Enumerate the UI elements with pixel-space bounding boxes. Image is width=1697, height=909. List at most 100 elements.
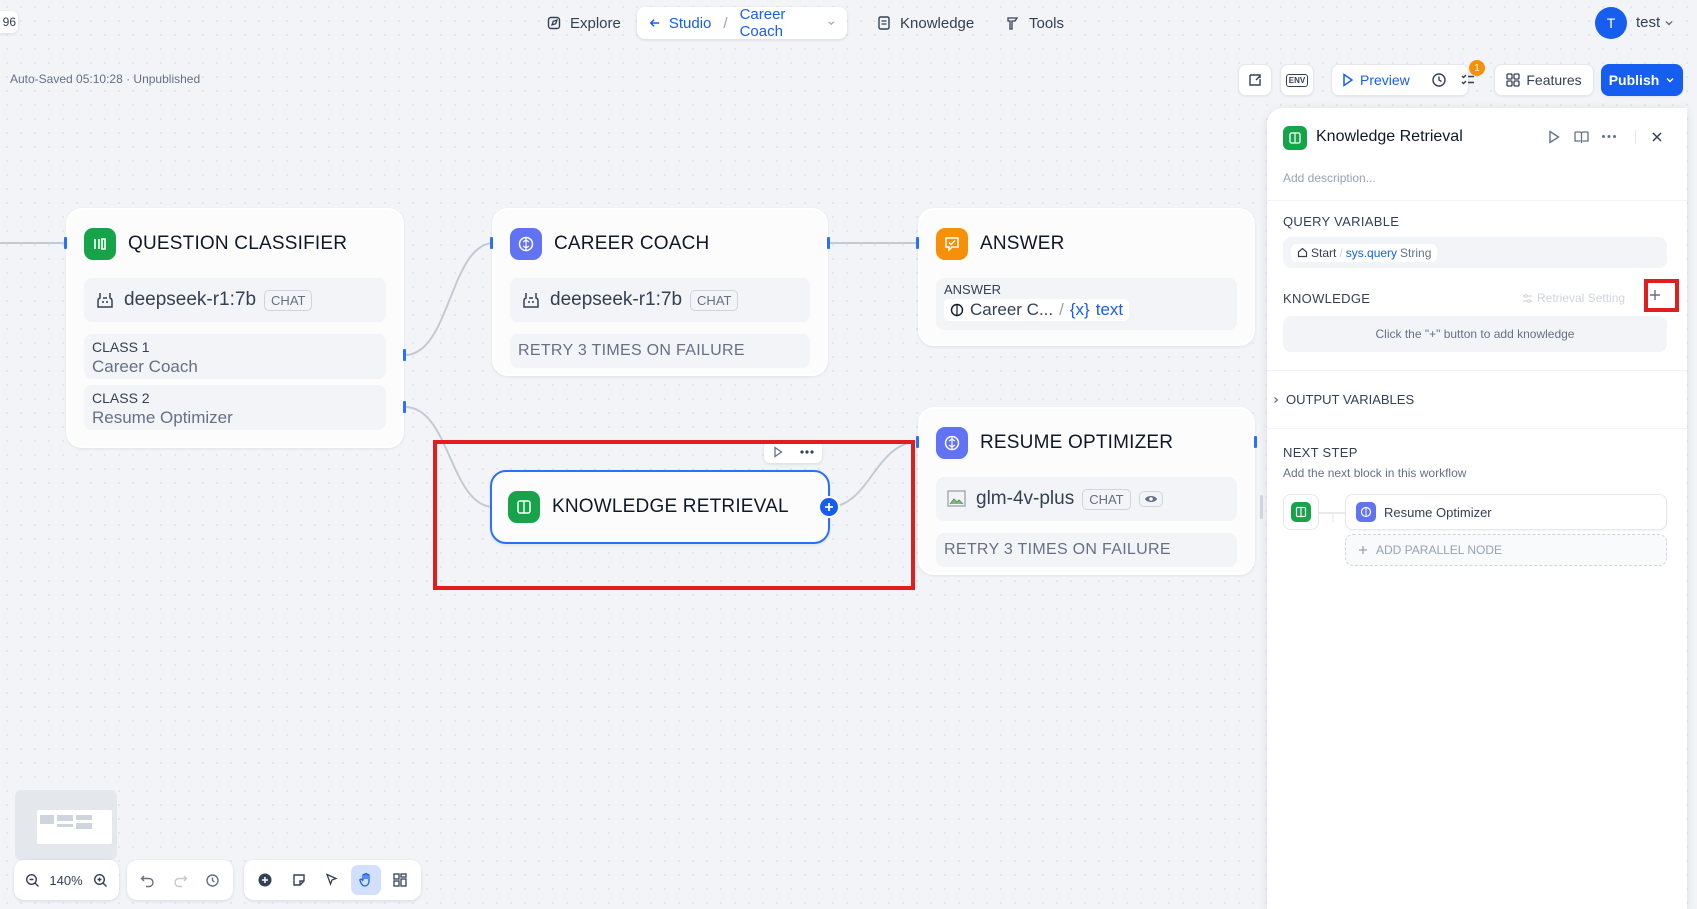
user-name: test [1636, 14, 1661, 31]
redo-button[interactable] [166, 865, 195, 895]
zoom-level[interactable]: 140% [48, 873, 84, 888]
output-variables-label: OUTPUT VARIABLES [1286, 392, 1415, 407]
close-icon [1652, 132, 1662, 142]
next-step-connector [1319, 512, 1347, 523]
run-node-button[interactable] [1547, 130, 1561, 144]
more-options-button[interactable] [1601, 134, 1617, 139]
model-selector[interactable]: deepseek-r1:7b CHAT [510, 278, 810, 322]
retrieval-setting-button[interactable]: Retrieval Setting [1522, 291, 1625, 305]
version-history-button[interactable] [198, 865, 227, 895]
panel-title[interactable]: Knowledge Retrieval [1316, 128, 1463, 146]
cursor-icon [326, 873, 339, 886]
hand-mode-button[interactable] [351, 865, 382, 895]
node-resume-optimizer[interactable]: RESUME OPTIMIZER glm-4v-plus CHAT RETRY … [918, 407, 1255, 575]
zoom-out-button[interactable] [20, 865, 44, 895]
knowledge-label: KNOWLEDGE [1283, 291, 1371, 306]
output-handle[interactable] [827, 237, 830, 249]
pointer-mode-button[interactable] [318, 865, 348, 895]
llama-icon [97, 293, 113, 308]
redo-icon [173, 875, 187, 887]
node-title: ANSWER [980, 233, 1065, 254]
query-variable-type: String [1400, 245, 1432, 260]
class-label: CLASS 1 [92, 339, 150, 355]
organize-blocks-button[interactable] [385, 865, 415, 895]
node-title: QUESTION CLASSIFIER [128, 233, 348, 254]
highlight-box [1644, 279, 1679, 312]
help-docs-button[interactable] [1574, 130, 1589, 144]
knowledge-empty-state: Click the "+" button to add knowledge [1283, 316, 1667, 352]
history-icon [206, 873, 219, 887]
llm-icon [950, 303, 964, 317]
current-node-icon [1283, 494, 1319, 530]
zoom-in-button[interactable] [88, 865, 112, 895]
next-step-description: Add the next block in this workflow [1283, 466, 1467, 480]
layout-grid-icon [393, 873, 407, 887]
add-parallel-label: ADD PARALLEL NODE [1376, 543, 1503, 557]
answer-label: ANSWER [944, 282, 1002, 297]
close-panel-button[interactable] [1650, 130, 1664, 144]
divider [1267, 428, 1687, 429]
add-parallel-node-button[interactable]: ADD PARALLEL NODE [1345, 534, 1667, 566]
input-handle[interactable] [916, 237, 919, 249]
next-step-label: NEXT STEP [1283, 445, 1358, 460]
zoom-in-icon [93, 873, 107, 887]
llm-icon [936, 427, 968, 459]
minimap[interactable] [15, 790, 117, 860]
node-answer[interactable]: ANSWER ANSWER Career C... / {x} text [918, 208, 1255, 346]
preview-button[interactable]: Preview [1342, 72, 1410, 88]
node-career-coach[interactable]: CAREER COACH deepseek-r1:7b CHAT RETRY 3… [492, 208, 828, 376]
canvas-tools [244, 860, 421, 900]
output-handle-class2[interactable] [403, 401, 406, 413]
vision-icon [1138, 491, 1163, 507]
model-name: deepseek-r1:7b [550, 289, 683, 310]
next-node-item[interactable]: Resume Optimizer [1345, 494, 1667, 530]
mode-tag: CHAT [264, 289, 313, 311]
panel-resize-handle[interactable] [1260, 495, 1263, 519]
minimap-node [57, 824, 73, 827]
model-selector[interactable]: glm-4v-plus CHAT [936, 477, 1237, 521]
input-handle[interactable] [916, 436, 919, 448]
output-handle-class1[interactable] [403, 349, 406, 361]
class-item: CLASS 1 Career Coach [84, 334, 386, 379]
add-note-button[interactable] [284, 865, 314, 895]
input-handle[interactable] [64, 237, 67, 249]
retry-info: RETRY 3 TIMES ON FAILURE [936, 533, 1237, 567]
publish-button[interactable]: Publish [1601, 64, 1683, 96]
llm-icon [1356, 502, 1376, 522]
answer-content: ANSWER Career C... / {x} text [936, 278, 1237, 330]
model-name: deepseek-r1:7b [124, 289, 257, 310]
node-config-panel: Knowledge Retrieval Add description... Q… [1267, 108, 1687, 909]
divider [1635, 130, 1636, 144]
zoom-out-icon [25, 873, 39, 887]
chevron-right-icon [1274, 396, 1279, 403]
settings-sliders-icon [1523, 293, 1532, 303]
query-variable-selector[interactable]: Start / sys.query String [1283, 237, 1667, 268]
features-button[interactable]: Features [1494, 64, 1594, 96]
run-history-button[interactable] [1424, 65, 1454, 95]
publish-label: Publish [1608, 72, 1660, 88]
avatar[interactable]: T [1595, 7, 1627, 39]
history-controls [127, 860, 233, 900]
node-question-classifier[interactable]: QUESTION CLASSIFIER deepseek-r1:7b CHAT … [66, 208, 404, 448]
highlight-box [433, 440, 915, 590]
checklist-badge: 1 [1469, 60, 1485, 76]
output-handle[interactable] [1254, 436, 1257, 448]
zoom-controls: 140% [14, 860, 119, 900]
broken-image-icon [947, 490, 966, 507]
class-item: CLASS 2 Resume Optimizer [84, 385, 386, 430]
classifier-icon [84, 228, 116, 260]
output-variables-toggle[interactable]: OUTPUT VARIABLES [1272, 392, 1414, 407]
env-button[interactable]: ENV [1280, 64, 1314, 96]
description-input[interactable]: Add description... [1283, 171, 1376, 185]
add-block-button[interactable] [250, 865, 280, 895]
query-variable-label: QUERY VARIABLE [1283, 214, 1400, 229]
play-icon [1343, 73, 1354, 87]
user-menu[interactable]: test [1636, 14, 1674, 31]
node-title: CAREER COACH [554, 233, 710, 254]
undo-button[interactable] [133, 865, 162, 895]
play-icon [1549, 130, 1560, 144]
undo-icon [140, 875, 154, 887]
mode-tag: CHAT [690, 289, 739, 311]
model-selector[interactable]: deepseek-r1:7b CHAT [84, 278, 386, 322]
input-handle[interactable] [490, 237, 493, 249]
